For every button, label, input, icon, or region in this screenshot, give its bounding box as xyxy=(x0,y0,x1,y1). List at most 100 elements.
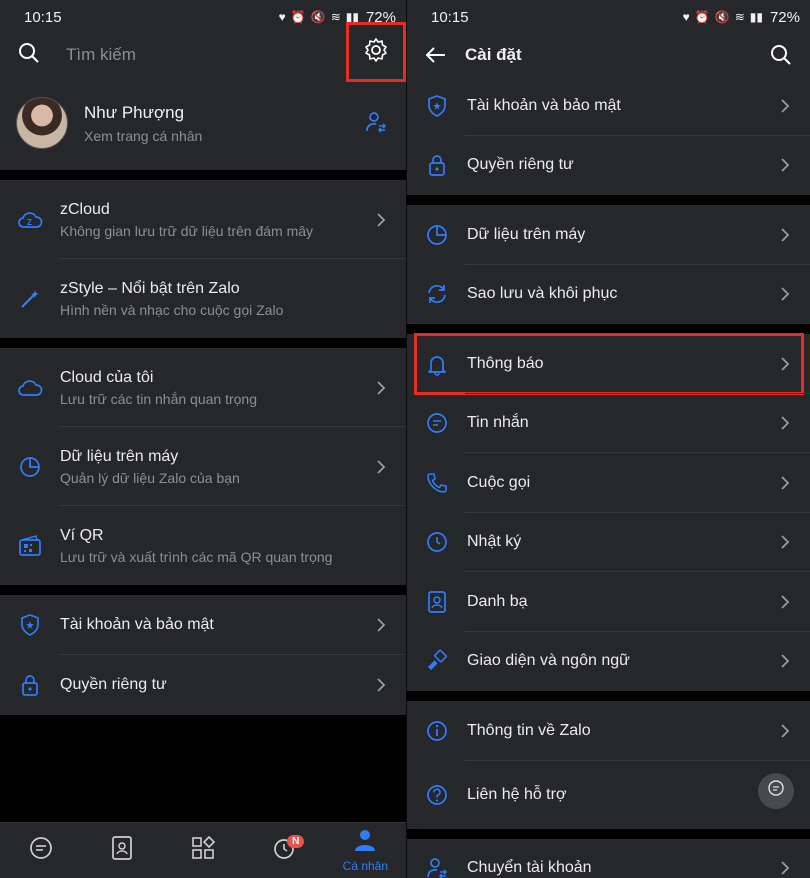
search-input[interactable]: Tìm kiếm xyxy=(66,45,136,65)
gear-icon xyxy=(363,37,389,68)
chevron-right-icon xyxy=(781,654,790,668)
menu-item-zcloud[interactable]: Z zCloud Không gian lưu trữ dữ liệu trên… xyxy=(0,180,406,259)
menu-item-account-security[interactable]: Tài khoản và bảo mật xyxy=(0,595,406,655)
phone-icon xyxy=(423,469,451,497)
status-time: 10:15 xyxy=(24,8,62,26)
chevron-right-icon xyxy=(377,212,386,227)
profile-name: Như Phượng xyxy=(84,102,185,122)
avatar xyxy=(16,97,68,149)
heart-icon: ♥ xyxy=(278,10,286,24)
settings-item-messages[interactable]: Tin nhắn xyxy=(407,394,810,453)
battery-level: 72% xyxy=(769,8,800,26)
chevron-right-icon xyxy=(781,535,790,549)
chevron-right-icon xyxy=(781,287,790,301)
nav-timeline[interactable]: N xyxy=(249,823,319,878)
profile-screen: 10:15 ♥ ⏰ 🔇 ≋ ▮▮ 72% Tìm kiếm Như Phượng… xyxy=(0,0,406,878)
settings-item-timeline[interactable]: Nhật ký xyxy=(407,513,810,572)
alarm-icon: ⏰ xyxy=(694,10,710,24)
shield-icon xyxy=(16,611,44,639)
chevron-right-icon xyxy=(781,416,790,430)
chevron-right-icon xyxy=(781,861,790,875)
settings-item-contacts[interactable]: Danh bạ xyxy=(407,572,810,632)
chevron-right-icon xyxy=(781,158,790,172)
search-icon[interactable] xyxy=(18,42,40,69)
pie-chart-icon xyxy=(423,221,451,249)
switch-account-icon[interactable] xyxy=(364,110,388,139)
menu-item-zstyle[interactable]: zStyle – Nổi bật trên Zalo Hình nền và n… xyxy=(0,259,406,338)
status-bar: 10:15 ♥ ⏰ 🔇 ≋ ▮▮ 72% xyxy=(407,0,810,34)
nav-profile-label: Cá nhân xyxy=(342,859,389,873)
svg-text:Z: Z xyxy=(27,218,32,227)
magic-wand-icon xyxy=(16,285,44,313)
zcloud-icon: Z xyxy=(16,206,44,234)
menu-item-my-cloud[interactable]: Cloud của tôi Lưu trữ các tin nhắn quan … xyxy=(0,348,406,427)
mute-icon: 🔇 xyxy=(714,10,730,24)
nav-profile[interactable]: Cá nhân xyxy=(330,823,400,878)
chevron-right-icon xyxy=(377,678,386,692)
shield-icon xyxy=(423,92,451,120)
settings-item-contact-support[interactable]: Liên hệ hỗ trợ xyxy=(407,761,810,829)
chat-bubble-icon xyxy=(767,779,785,802)
menu-item-privacy[interactable]: Quyền riêng tư xyxy=(0,655,406,715)
lock-icon xyxy=(423,151,451,179)
paint-icon xyxy=(423,647,451,675)
bottom-navigation: N Cá nhân xyxy=(0,822,406,878)
settings-gear-button[interactable] xyxy=(346,22,406,82)
switch-account-icon xyxy=(423,854,451,878)
nav-messages[interactable] xyxy=(6,823,76,878)
chat-bubble-button[interactable] xyxy=(758,772,794,809)
search-icon[interactable] xyxy=(770,44,792,71)
chevron-right-icon xyxy=(781,228,790,242)
alarm-icon: ⏰ xyxy=(290,10,306,24)
chat-icon xyxy=(423,409,451,437)
heart-icon: ♥ xyxy=(682,10,690,24)
settings-item-account-security[interactable]: Tài khoản và bảo mật xyxy=(407,76,810,136)
settings-item-notifications[interactable]: Thông báo xyxy=(407,333,810,395)
wifi-icon: ≋ xyxy=(330,10,341,24)
apps-grid-icon xyxy=(190,835,216,866)
clock-icon xyxy=(423,528,451,556)
settings-item-switch-account[interactable]: Chuyển tài khoản xyxy=(407,839,810,878)
chevron-right-icon xyxy=(781,595,790,609)
chevron-right-icon xyxy=(377,380,386,395)
lock-icon xyxy=(16,671,44,699)
cloud-icon xyxy=(16,374,44,402)
help-icon xyxy=(423,781,451,809)
settings-item-about-zalo[interactable]: Thông tin về Zalo xyxy=(407,701,810,761)
settings-item-device-data[interactable]: Dữ liệu trên máy xyxy=(407,205,810,265)
settings-item-calls[interactable]: Cuộc gọi xyxy=(407,453,810,513)
settings-item-backup-restore[interactable]: Sao lưu và khôi phục xyxy=(407,265,810,325)
menu-item-device-data[interactable]: Dữ liệu trên máy Quản lý dữ liệu Zalo củ… xyxy=(0,427,406,506)
pie-chart-icon xyxy=(16,453,44,481)
chevron-right-icon xyxy=(377,618,386,632)
nav-discover[interactable] xyxy=(168,823,238,878)
page-title: Cài đặt xyxy=(465,45,522,64)
info-icon xyxy=(423,717,451,745)
mute-icon: 🔇 xyxy=(310,10,326,24)
chevron-right-icon xyxy=(781,724,790,738)
chevron-right-icon xyxy=(781,99,790,113)
profile-row[interactable]: Như Phượng Xem trang cá nhân xyxy=(0,76,406,170)
person-icon xyxy=(353,828,377,857)
chat-icon xyxy=(28,835,54,866)
sync-icon xyxy=(423,280,451,308)
status-time: 10:15 xyxy=(431,8,469,26)
signal-icon: ▮▮ xyxy=(749,10,763,24)
chevron-right-icon xyxy=(781,476,790,490)
back-arrow-icon[interactable] xyxy=(425,46,447,64)
settings-item-appearance-language[interactable]: Giao diện và ngôn ngữ xyxy=(407,632,810,692)
search-header: Tìm kiếm xyxy=(0,22,406,82)
chevron-right-icon xyxy=(781,357,790,371)
contacts-icon xyxy=(423,588,451,616)
contacts-icon xyxy=(110,835,134,866)
settings-header: Cài đặt xyxy=(407,34,810,76)
profile-subtitle: Xem trang cá nhân xyxy=(84,127,203,144)
nav-contacts[interactable] xyxy=(87,823,157,878)
qr-wallet-icon xyxy=(16,532,44,560)
bell-icon xyxy=(423,350,451,378)
menu-item-qr-wallet[interactable]: Ví QR Lưu trữ và xuất trình các mã QR qu… xyxy=(0,506,406,585)
chevron-right-icon xyxy=(377,459,386,474)
settings-item-privacy[interactable]: Quyền riêng tư xyxy=(407,136,810,196)
notification-badge: N xyxy=(287,834,305,848)
wifi-icon: ≋ xyxy=(734,10,745,24)
